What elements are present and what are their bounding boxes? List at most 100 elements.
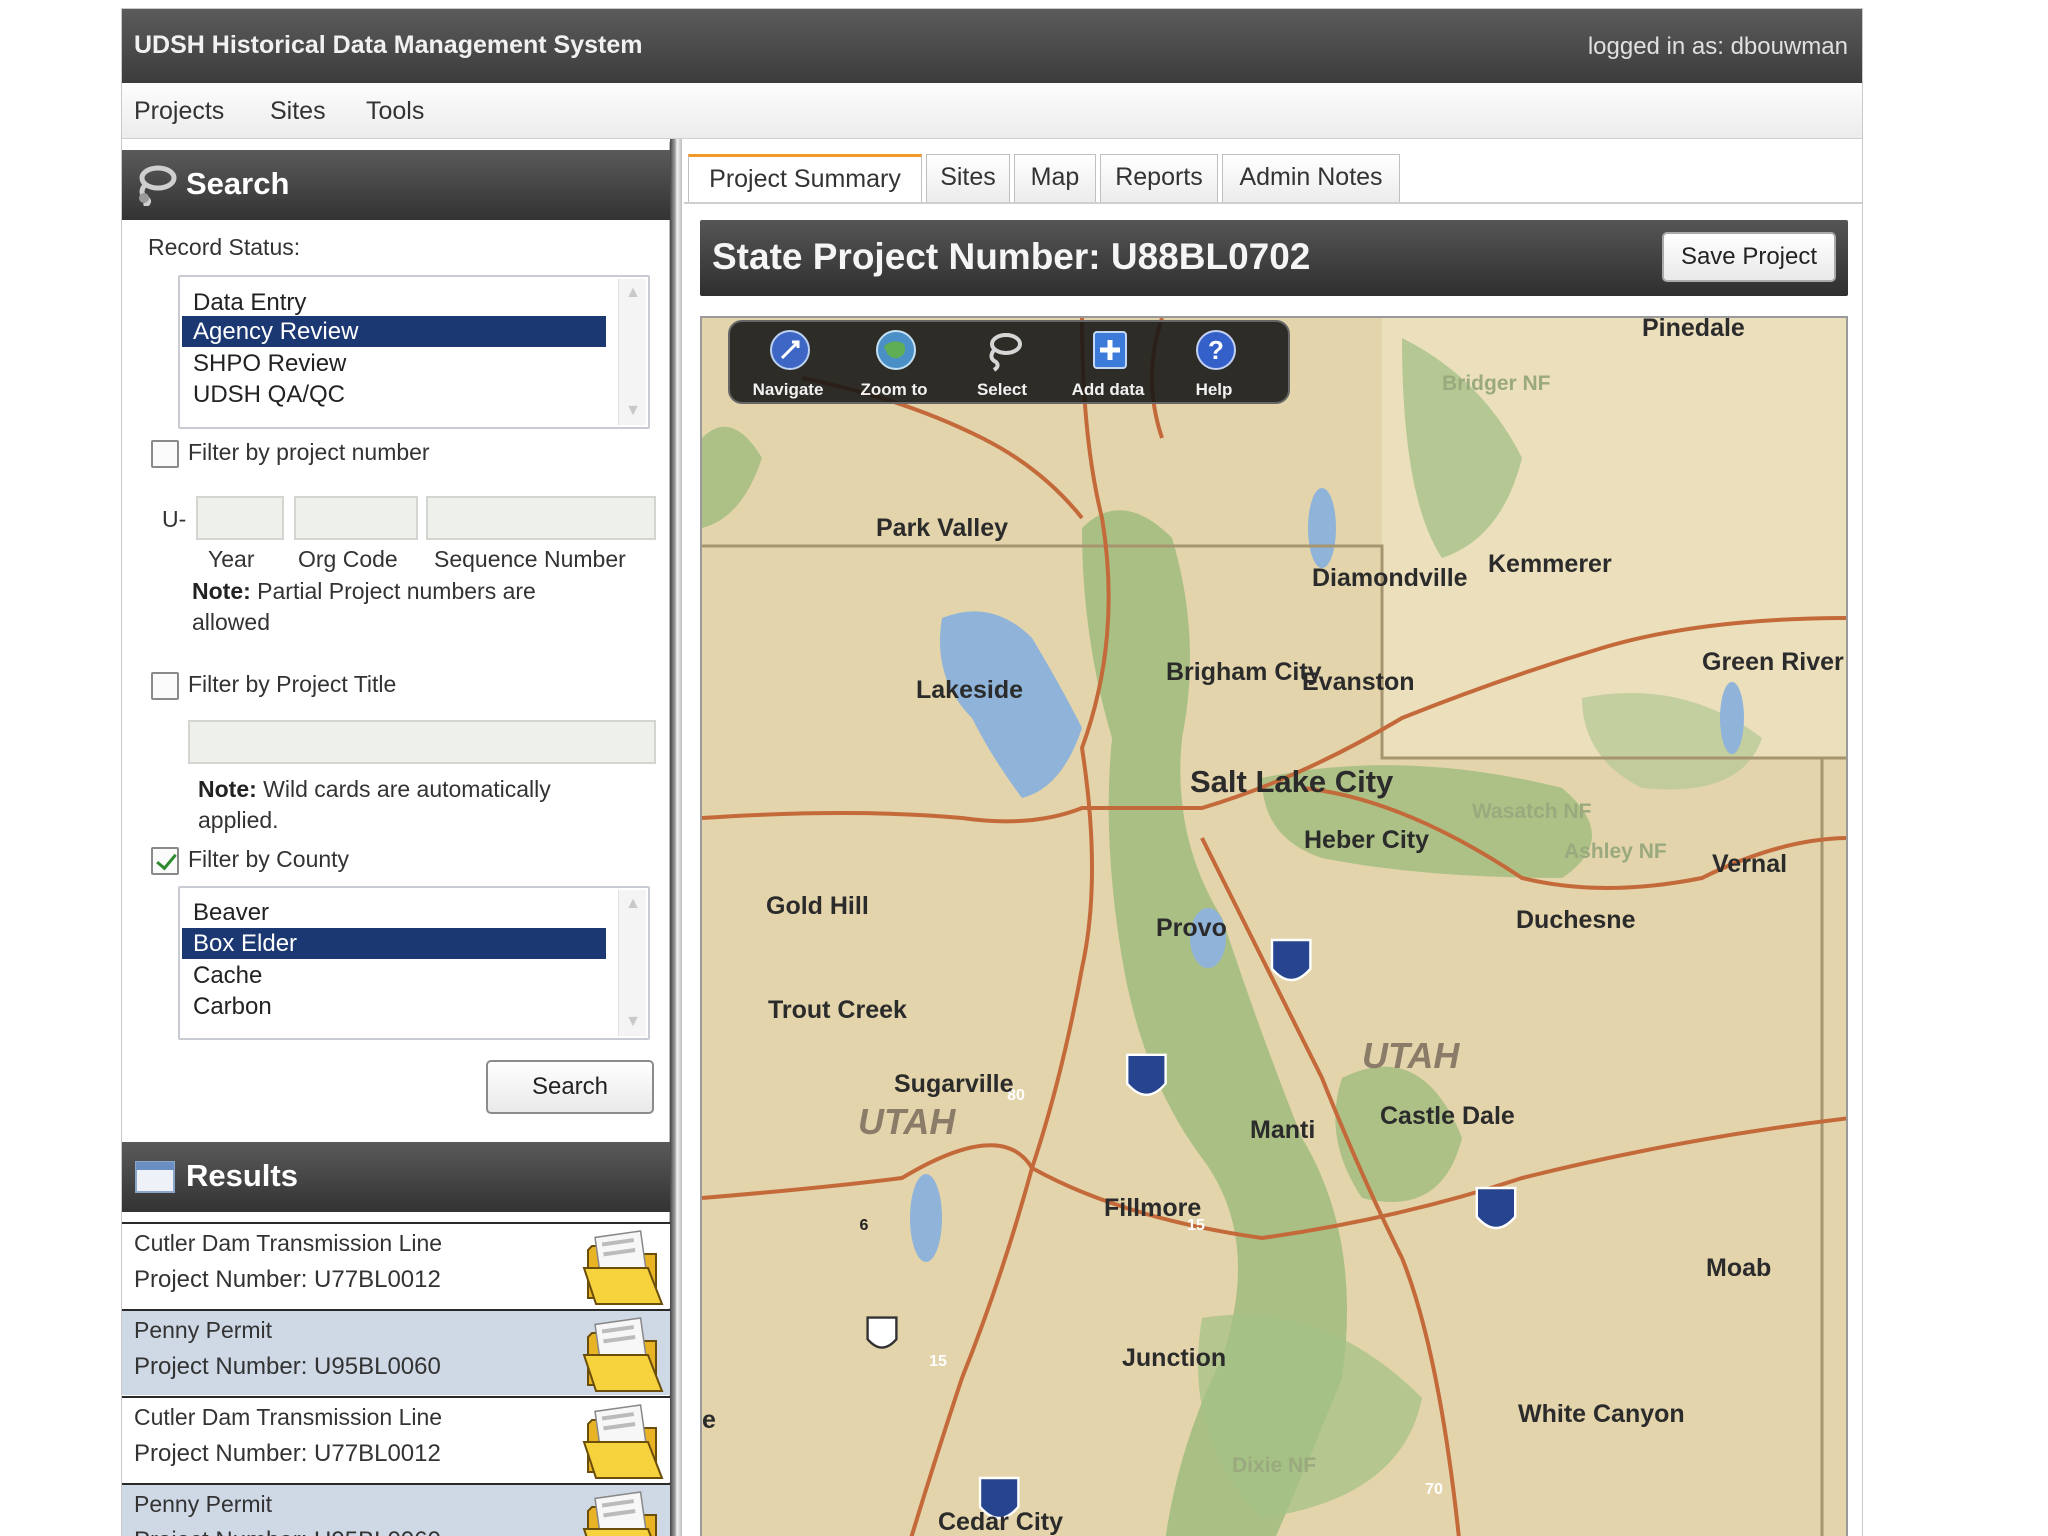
- project-number-prefix: U-: [162, 506, 187, 532]
- city-heber-city: Heber City: [1304, 826, 1429, 854]
- city-white-canyon: White Canyon: [1518, 1400, 1685, 1428]
- shield-i15-south: 15: [929, 1353, 947, 1370]
- county-option-selected[interactable]: Box Elder: [182, 928, 606, 959]
- lasso-icon: [989, 333, 1022, 372]
- result-item[interactable]: Penny Permit Project Number: U95BL0060: [122, 1309, 670, 1395]
- lasso-icon: [139, 165, 177, 206]
- results-panel-title: Results: [186, 1158, 298, 1193]
- county-listbox[interactable]: Beaver Box Elder Cache Carbon ▲ ▼: [178, 886, 650, 1040]
- note-text: Wild cards are automatically: [263, 776, 551, 802]
- org-code-field[interactable]: [294, 496, 418, 540]
- label-bridger-nf: Bridger NF: [1442, 372, 1551, 395]
- help-tool[interactable]: ? Help: [1166, 326, 1262, 402]
- city-vernal: Vernal: [1712, 850, 1787, 878]
- open-folder-icon[interactable]: [582, 1228, 664, 1306]
- tab-sites[interactable]: Sites: [926, 154, 1010, 202]
- note-label: Note:: [198, 776, 257, 802]
- filter-county-checkbox[interactable]: [151, 847, 179, 875]
- tool-label: Help: [1195, 380, 1233, 399]
- scroll-down-icon[interactable]: ▼: [623, 401, 643, 421]
- map-toolbar: Navigate Zoom to Select Add data ? Help: [728, 320, 1290, 404]
- result-project-number: Project Number: U77BL0012: [134, 1440, 441, 1467]
- panel-splitter[interactable]: [670, 139, 682, 1536]
- county-option[interactable]: Carbon: [182, 991, 606, 1022]
- help-icon: ?: [1196, 330, 1236, 370]
- filter-project-title-checkbox[interactable]: [151, 672, 179, 700]
- result-title: Penny Permit: [134, 1317, 273, 1343]
- result-project-number: Project Number: U95BL0060: [134, 1353, 441, 1380]
- open-folder-icon[interactable]: [582, 1402, 664, 1480]
- label-wasatch-nf: Wasatch NF: [1472, 800, 1592, 823]
- shield-us6: 6: [860, 1217, 869, 1234]
- org-code-field-label: Org Code: [298, 546, 398, 572]
- map-sevier-lake: [910, 1174, 942, 1262]
- open-folder-icon[interactable]: [582, 1489, 664, 1536]
- year-field[interactable]: [196, 496, 284, 540]
- add-data-tool[interactable]: Add data: [1060, 326, 1156, 402]
- scroll-up-icon[interactable]: ▲: [623, 894, 643, 914]
- city-lakeside: Lakeside: [916, 676, 1023, 704]
- record-status-option-selected[interactable]: Agency Review: [182, 316, 606, 347]
- results-window-icon: [135, 1161, 175, 1193]
- result-item[interactable]: Penny Permit Project Number: U95BL0060: [122, 1483, 670, 1536]
- result-item[interactable]: Cutler Dam Transmission Line Project Num…: [122, 1222, 670, 1308]
- filter-project-number-checkbox[interactable]: [151, 440, 179, 468]
- city-gold-hill: Gold Hill: [766, 892, 869, 920]
- tab-map[interactable]: Map: [1014, 154, 1096, 202]
- tool-label: Navigate: [752, 380, 824, 399]
- record-status-option[interactable]: UDSH QA/QC: [182, 379, 606, 410]
- city-castle-dale: Castle Dale: [1380, 1102, 1515, 1130]
- zoom-to-tool[interactable]: Zoom to: [846, 326, 942, 402]
- record-status-option[interactable]: SHPO Review: [182, 348, 606, 379]
- city-duchesne: Duchesne: [1516, 906, 1636, 934]
- menu-projects[interactable]: Projects: [134, 97, 224, 126]
- record-status-listbox[interactable]: Data Entry Agency Review SHPO Review UDS…: [178, 275, 650, 429]
- tool-label: Zoom to: [860, 380, 928, 399]
- map-canvas[interactable]: 80 15 70 15 6 Bridger NF Wasatch NF Ashl…: [702, 318, 1848, 1536]
- map-flaming-gorge: [1720, 682, 1744, 754]
- save-project-button[interactable]: Save Project: [1662, 232, 1836, 282]
- title-bar: UDSH Historical Data Management System l…: [122, 9, 1862, 83]
- tool-label: Add data: [1071, 380, 1145, 399]
- tool-label: Select: [976, 380, 1028, 399]
- select-tool[interactable]: Select: [954, 326, 1050, 402]
- label-utah-east: UTAH: [1362, 1035, 1460, 1076]
- svg-text:?: ?: [1208, 335, 1224, 365]
- record-status-option[interactable]: Data Entry: [182, 287, 606, 318]
- city-park-valley: Park Valley: [876, 514, 1008, 542]
- map-edge-letter: e: [702, 1406, 716, 1434]
- project-title-note: Note: Wild cards are automatically appli…: [198, 774, 648, 836]
- result-item[interactable]: Cutler Dam Transmission Line Project Num…: [122, 1396, 670, 1482]
- county-option[interactable]: Beaver: [182, 897, 606, 928]
- results-panel-header: Results: [122, 1142, 670, 1212]
- county-scrollbar[interactable]: ▲ ▼: [618, 890, 646, 1036]
- record-status-scrollbar[interactable]: ▲ ▼: [618, 279, 646, 425]
- menu-sites[interactable]: Sites: [270, 97, 326, 126]
- label-utah-west: UTAH: [858, 1101, 956, 1142]
- city-trout-creek: Trout Creek: [768, 996, 907, 1024]
- navigate-icon: [770, 330, 810, 370]
- result-title: Penny Permit: [134, 1491, 273, 1517]
- project-number-heading: State Project Number: U88BL0702: [712, 236, 1311, 277]
- shield-i70: 70: [1425, 1481, 1443, 1498]
- scroll-down-icon[interactable]: ▼: [623, 1012, 643, 1032]
- filter-project-number-label: Filter by project number: [188, 439, 430, 465]
- filter-project-title-label: Filter by Project Title: [188, 671, 397, 697]
- open-folder-icon[interactable]: [582, 1315, 664, 1393]
- tab-project-summary[interactable]: Project Summary: [688, 154, 922, 202]
- note-text: allowed: [192, 609, 270, 635]
- year-field-label: Year: [208, 546, 255, 572]
- project-title-field[interactable]: [188, 720, 656, 764]
- sequence-number-field[interactable]: [426, 496, 656, 540]
- map-view[interactable]: 80 15 70 15 6 Bridger NF Wasatch NF Ashl…: [700, 316, 1848, 1536]
- navigate-tool[interactable]: Navigate: [740, 326, 836, 402]
- tab-reports[interactable]: Reports: [1100, 154, 1218, 202]
- city-evanston: Evanston: [1302, 668, 1415, 696]
- city-sugarville: Sugarville: [894, 1070, 1014, 1098]
- scroll-up-icon[interactable]: ▲: [623, 283, 643, 303]
- map-bear-lake: [1308, 488, 1336, 568]
- menu-tools[interactable]: Tools: [366, 97, 424, 126]
- search-button[interactable]: Search: [486, 1060, 654, 1114]
- county-option[interactable]: Cache: [182, 960, 606, 991]
- tab-admin-notes[interactable]: Admin Notes: [1222, 154, 1400, 202]
